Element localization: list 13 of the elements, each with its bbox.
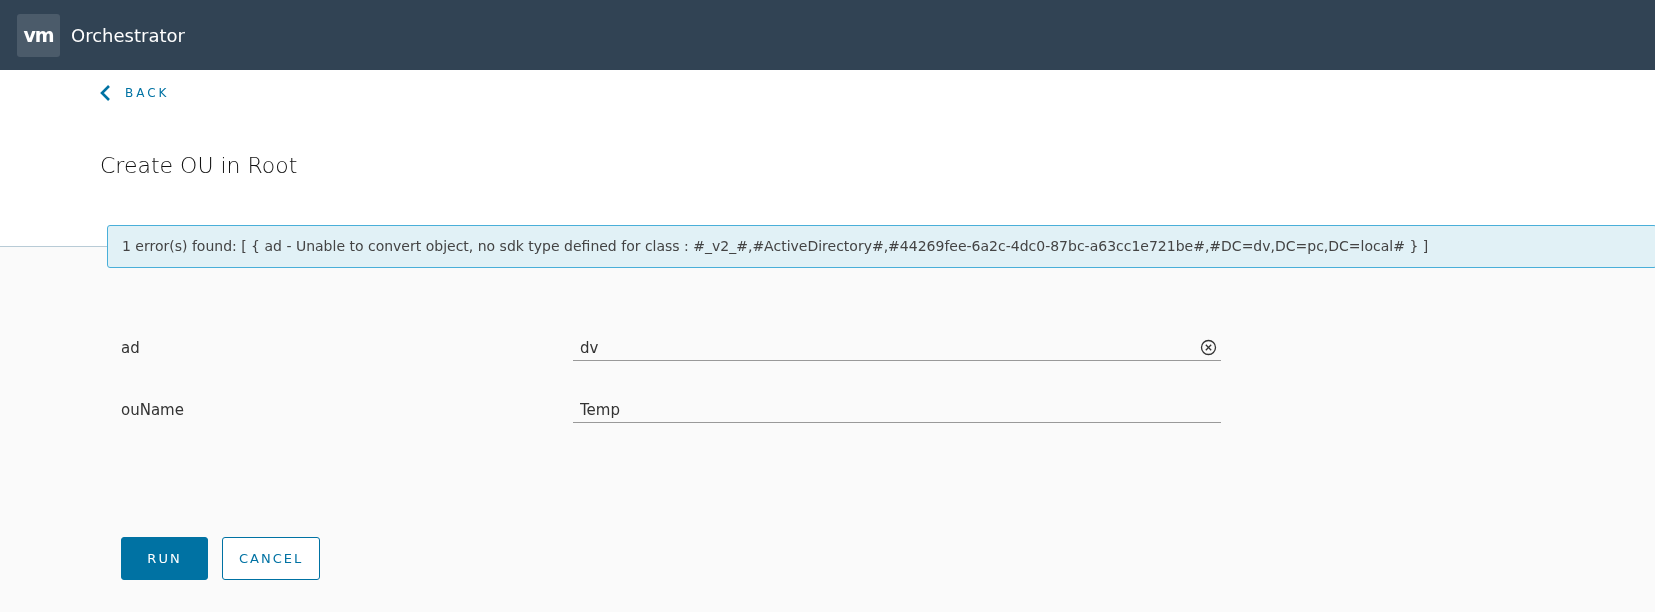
chevron-left-icon [100, 84, 111, 102]
error-alert: 1 error(s) found: [ { ad - Unable to convert object, no sdk type defined for class : #_v2_#,#ActiveDirectory#,#44269fee-6a2c-4dc0-87bc-a63cc1e721be#,#DC=dv,DC=pc,DC=local# } ] [107, 225, 1655, 268]
input-field[interactable]: dv [573, 335, 1221, 361]
back-link[interactable]: BACK [100, 84, 170, 102]
input-field[interactable]: Temp [573, 397, 1221, 423]
app-title: Orchestrator [71, 23, 185, 48]
logo: vm [17, 13, 60, 57]
cancel-button[interactable]: CANCEL [222, 537, 321, 580]
page-title: Create OU in Root [100, 152, 299, 180]
field-label: ad [121, 337, 141, 359]
clear-icon[interactable] [1200, 339, 1217, 356]
run-button[interactable]: RUN [121, 537, 208, 580]
field-label: ouName [121, 399, 185, 421]
